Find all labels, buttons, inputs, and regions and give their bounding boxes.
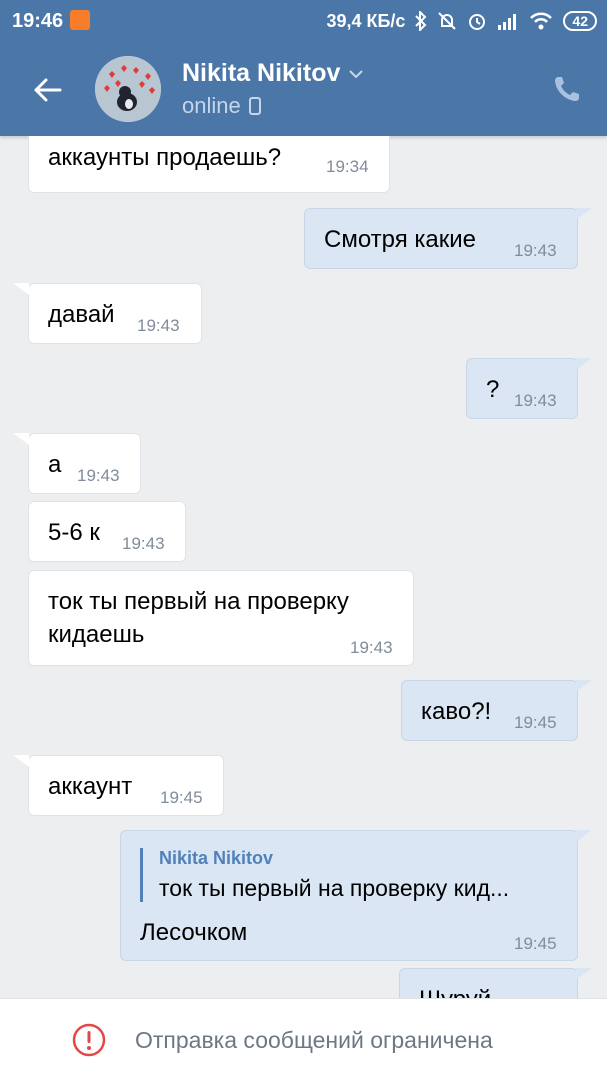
status-bar: 19:46 39,4 КБ/с 42: [0, 0, 607, 42]
phone-call-icon[interactable]: [552, 74, 582, 104]
message-text: Лесочком: [140, 919, 248, 946]
message-bubble-outgoing[interactable]: каво?! 19:45: [401, 680, 578, 741]
message-bubble-incoming[interactable]: давай 19:43: [28, 283, 202, 344]
message-text: аккаунты продаешь?: [48, 144, 282, 171]
mute-bell-icon: [437, 11, 457, 31]
bubble-tail: [576, 680, 592, 692]
message-time: 19:45: [160, 788, 203, 807]
message-text-line-1: ток ты первый на проверку: [48, 588, 349, 615]
message-text: каво?!: [421, 698, 492, 725]
reply-quote[interactable]: Nikita Nikitov ток ты первый на проверку…: [140, 848, 509, 902]
message-bubble-incoming[interactable]: а 19:43: [28, 433, 141, 494]
bubble-tail: [576, 830, 592, 842]
message-time: 19:43: [77, 466, 120, 485]
status-time: 19:46: [12, 10, 64, 32]
message-time: 19:43: [137, 316, 180, 335]
message-bubble-incoming[interactable]: аккаунты продаешь? 19:34: [28, 136, 390, 193]
reply-text: ток ты первый на проверку кид...: [159, 875, 510, 901]
chevron-down-icon: [349, 69, 364, 78]
restriction-text: Отправка сообщений ограничена: [135, 1027, 493, 1053]
message-text: Шуруй: [419, 986, 491, 998]
bluetooth-icon: [415, 11, 427, 31]
message-bubble-outgoing-with-reply[interactable]: Nikita Nikitov ток ты первый на проверку…: [120, 830, 578, 961]
mobile-device-icon: [248, 97, 261, 115]
reply-author: Nikita Nikitov: [159, 848, 274, 868]
message-time: 19:45: [514, 934, 557, 953]
contact-status-row: online: [182, 93, 261, 119]
contact-avatar[interactable]: [95, 56, 161, 122]
wifi-icon: [529, 12, 553, 30]
message-text: 5-6 к: [48, 519, 100, 546]
message-bubble-outgoing[interactable]: ? 19:43: [466, 358, 578, 419]
signal-icon: [497, 12, 519, 30]
messaging-restricted-bar: Отправка сообщений ограничена: [0, 998, 607, 1081]
message-time: 19:43: [514, 241, 557, 260]
message-list[interactable]: аккаунты продаешь? 19:34 Смотря какие 19…: [0, 136, 607, 998]
contact-name-row[interactable]: Nikita Nikitov: [182, 59, 364, 88]
message-bubble-incoming[interactable]: ток ты первый на проверку кидаешь 19:43: [28, 570, 414, 666]
message-text: давай: [48, 301, 115, 328]
message-bubble-incoming[interactable]: 5-6 к 19:43: [28, 501, 186, 562]
network-speed: 39,4 КБ/с: [326, 10, 406, 31]
alarm-icon: [467, 11, 487, 31]
back-arrow-icon[interactable]: [30, 72, 66, 108]
status-icons: 39,4 КБ/с 42: [326, 9, 597, 33]
message-text-line-2: кидаешь: [48, 621, 145, 648]
bubble-tail: [576, 208, 592, 220]
message-time: 19:34: [326, 157, 369, 176]
message-text: аккаунт: [48, 773, 133, 800]
bubble-tail: [576, 968, 592, 980]
app-notification-icon: [70, 10, 90, 30]
contact-name: Nikita Nikitov: [182, 59, 341, 87]
message-time: 19:43: [350, 638, 393, 657]
warning-icon: [72, 1023, 106, 1057]
chat-header: Nikita Nikitov online: [0, 42, 607, 136]
bubble-tail: [576, 358, 592, 370]
bubble-tail: [13, 283, 29, 295]
bubble-tail: [13, 433, 29, 445]
message-text: ?: [486, 376, 500, 403]
battery-indicator: 42: [563, 11, 597, 31]
message-time: 19:43: [122, 534, 165, 553]
message-time: 19:43: [514, 391, 557, 410]
bubble-tail: [13, 755, 29, 767]
contact-status: online: [182, 93, 241, 118]
message-text: Смотря какие: [324, 226, 477, 253]
message-text: а: [48, 451, 62, 478]
message-bubble-incoming[interactable]: аккаунт 19:45: [28, 755, 224, 816]
message-bubble-outgoing[interactable]: Шуруй: [399, 968, 578, 998]
message-bubble-outgoing[interactable]: Смотря какие 19:43: [304, 208, 578, 269]
message-time: 19:45: [514, 713, 557, 732]
